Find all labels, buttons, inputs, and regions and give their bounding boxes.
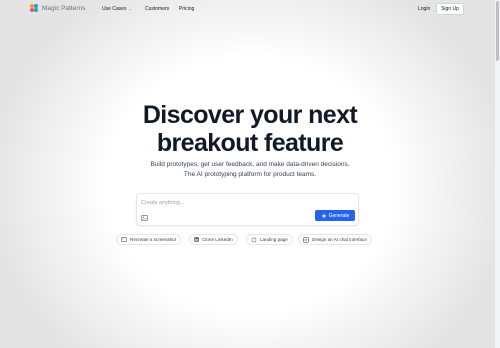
generate-label: Generate (328, 212, 350, 219)
hero-headline-line1: Discover your next (142, 101, 358, 129)
login-link[interactable]: Login (418, 6, 430, 12)
image-icon[interactable] (141, 215, 148, 221)
chat-icon (303, 236, 309, 243)
prompt-box: Generate (136, 193, 359, 226)
logo-icon (30, 4, 39, 13)
suggestion-clone-linkedin[interactable]: Clone LinkedIn (189, 234, 238, 245)
suggestion-label: Recreate a screenshot (130, 236, 177, 242)
logo[interactable]: Magic Patterns (30, 4, 85, 13)
hero-subtitle: Build prototypes, get user feedback, and… (100, 160, 400, 180)
suggestion-ai-chat-interface[interactable]: Design an AI chat interface (298, 234, 372, 245)
logo-text: Magic Patterns (42, 5, 86, 12)
scrollbar-thumb[interactable] (496, 1, 499, 61)
nav-pricing[interactable]: Pricing (179, 6, 194, 12)
top-nav: Magic Patterns Use Cases ⌄ Customers Pric… (0, 0, 500, 18)
hero-subtitle-line2: The AI prototyping platform for product … (183, 171, 317, 178)
loader-icon (251, 236, 257, 243)
suggestion-label: Clone LinkedIn (202, 236, 233, 242)
signup-button[interactable]: Sign Up (436, 3, 464, 15)
hero-subtitle-line1: Build prototypes, get user feedback, and… (150, 161, 350, 168)
suggestion-recreate-screenshot[interactable]: Recreate a screenshot (116, 234, 182, 245)
suggestion-label: Landing page (260, 236, 288, 242)
chevron-down-icon: ⌄ (128, 6, 132, 11)
nav-use-cases[interactable]: Use Cases ⌄ (102, 6, 132, 12)
suggestion-label: Design an AI chat interface (312, 236, 367, 242)
hero-headline: Discover your next breakout feature (100, 101, 400, 157)
prompt-input[interactable] (141, 198, 341, 207)
hero-headline-line2: breakout feature (156, 129, 344, 157)
image-icon (121, 237, 127, 242)
nav-use-cases-label: Use Cases (102, 6, 127, 12)
page-scrollbar[interactable] (495, 0, 500, 348)
linkedin-icon (194, 237, 199, 242)
sparkle-icon (320, 212, 327, 219)
generate-button[interactable]: Generate (315, 210, 355, 221)
suggestion-landing-page[interactable]: Landing page (246, 234, 293, 245)
nav-customers[interactable]: Customers (145, 6, 169, 12)
